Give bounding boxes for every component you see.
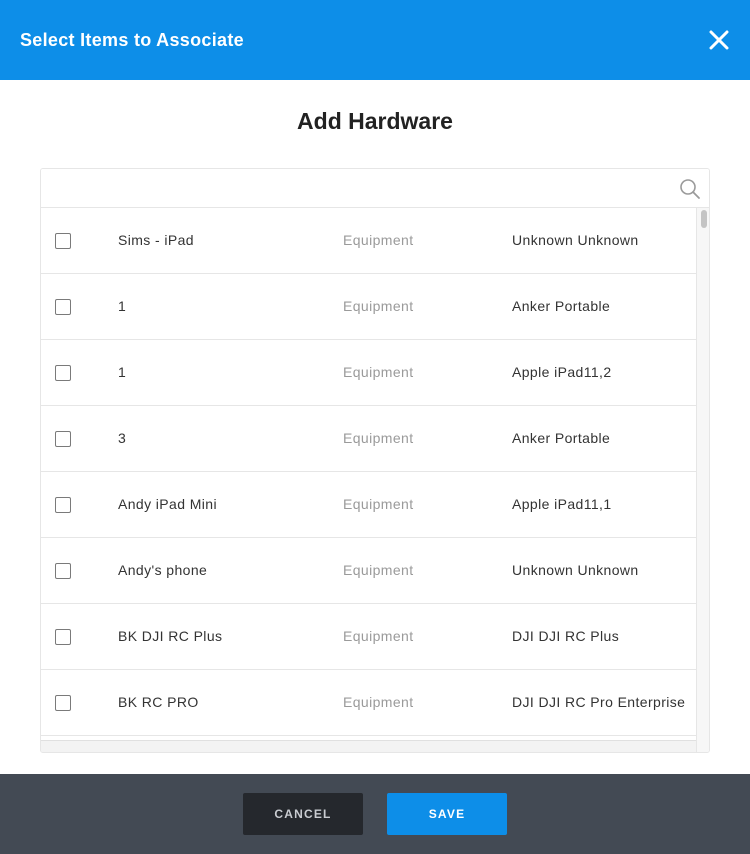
hardware-rows: Sims - iPad Equipment Unknown Unknown 1 Equi… bbox=[41, 208, 696, 740]
hardware-model: Anker Portable bbox=[512, 298, 611, 314]
table-row[interactable]: 1 Equipment Anker Portable bbox=[41, 274, 696, 340]
horizontal-scrollbar[interactable] bbox=[41, 740, 696, 752]
hardware-model: DJI DJI RC Plus bbox=[512, 628, 620, 644]
hardware-type: Equipment bbox=[343, 298, 414, 314]
modal-footer: CANCEL SAVE bbox=[0, 774, 750, 854]
row-checkbox[interactable] bbox=[55, 497, 71, 513]
row-checkbox[interactable] bbox=[55, 629, 71, 645]
search-bar bbox=[41, 169, 709, 208]
hardware-type: Equipment bbox=[343, 232, 414, 248]
hardware-type: Equipment bbox=[343, 430, 414, 446]
modal-title: Select Items to Associate bbox=[20, 29, 244, 50]
associate-items-modal: Select Items to Associate Add Hardware S… bbox=[0, 0, 750, 854]
row-checkbox[interactable] bbox=[55, 431, 71, 447]
hardware-model: Apple iPad11,2 bbox=[512, 364, 612, 380]
hardware-type: Equipment bbox=[343, 694, 414, 710]
search-input[interactable] bbox=[41, 169, 671, 207]
hardware-name: BK RC PRO bbox=[118, 694, 199, 710]
table-row[interactable]: BK RC PRO Equipment DJI DJI RC Pro Enterpr… bbox=[41, 670, 696, 736]
close-icon[interactable] bbox=[708, 29, 730, 51]
hardware-name: BK DJI RC Plus bbox=[118, 628, 223, 644]
table-row[interactable]: Sims - iPad Equipment Unknown Unknown bbox=[41, 208, 696, 274]
scrollbar-thumb[interactable] bbox=[701, 210, 707, 228]
hardware-type: Equipment bbox=[343, 562, 414, 578]
hardware-model: Unknown Unknown bbox=[512, 232, 639, 248]
row-checkbox[interactable] bbox=[55, 233, 71, 249]
table-row[interactable]: Andy's phone Equipment Unknown Unknown bbox=[41, 538, 696, 604]
hardware-name: Andy's phone bbox=[118, 562, 208, 578]
hardware-model: Anker Portable bbox=[512, 430, 611, 446]
hardware-name: Andy iPad Mini bbox=[118, 496, 217, 512]
search-icon[interactable] bbox=[679, 178, 701, 200]
row-checkbox[interactable] bbox=[55, 563, 71, 579]
table-row[interactable]: BK DJI RC Plus Equipment DJI DJI RC Plus bbox=[41, 604, 696, 670]
save-button[interactable]: SAVE bbox=[387, 793, 507, 835]
hardware-name: 3 bbox=[118, 430, 127, 446]
row-checkbox[interactable] bbox=[55, 695, 71, 711]
hardware-model: Apple iPad11,1 bbox=[512, 496, 612, 512]
hardware-type: Equipment bbox=[343, 496, 414, 512]
table-row[interactable]: Andy iPad Mini Equipment Apple iPad11,1 bbox=[41, 472, 696, 538]
row-checkbox[interactable] bbox=[55, 365, 71, 381]
hardware-name: 1 bbox=[118, 364, 127, 380]
hardware-type: Equipment bbox=[343, 628, 414, 644]
vertical-scrollbar[interactable] bbox=[696, 208, 709, 752]
dialog-title: Add Hardware bbox=[297, 108, 453, 134]
hardware-name: Sims - iPad bbox=[118, 232, 194, 248]
modal-header: Select Items to Associate bbox=[0, 0, 750, 80]
hardware-list: Sims - iPad Equipment Unknown Unknown 1 Equi… bbox=[40, 168, 710, 753]
row-checkbox[interactable] bbox=[55, 299, 71, 315]
hardware-model: Unknown Unknown bbox=[512, 562, 639, 578]
cancel-button[interactable]: CANCEL bbox=[243, 793, 363, 835]
hardware-type: Equipment bbox=[343, 364, 414, 380]
table-row[interactable]: 3 Equipment Anker Portable bbox=[41, 406, 696, 472]
hardware-name: 1 bbox=[118, 298, 127, 314]
hardware-model: DJI DJI RC Pro Enterprise bbox=[512, 694, 686, 710]
table-row[interactable]: 1 Equipment Apple iPad11,2 bbox=[41, 340, 696, 406]
